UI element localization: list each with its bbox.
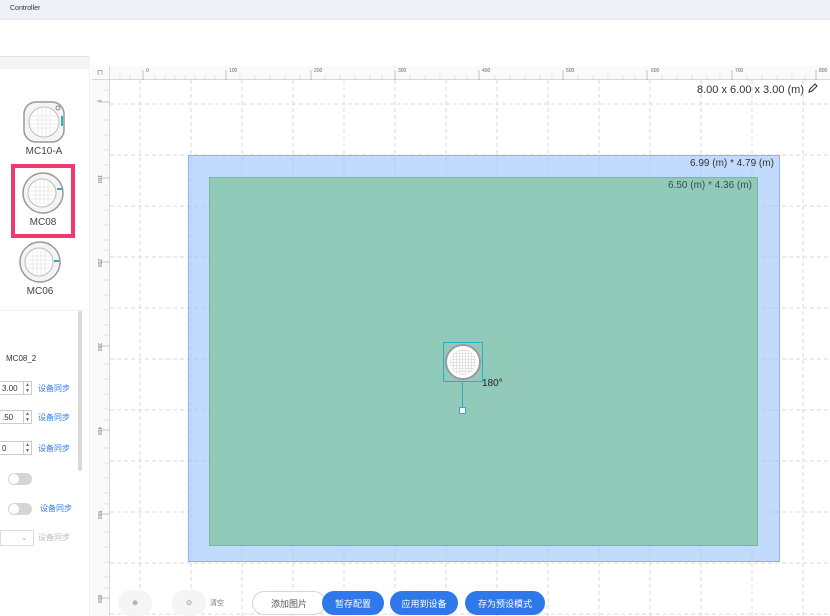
ruler-top-label: 800 <box>819 68 828 74</box>
device-mc06[interactable]: MC06 <box>10 240 70 297</box>
stepper-1[interactable]: ▲ ▼ <box>24 381 32 395</box>
reset-icon: ⊙ <box>186 600 192 607</box>
ruler-top-label: 600 <box>651 68 660 74</box>
title-bar: Controller <box>0 0 830 20</box>
zoom-in-icon: ⊕ <box>132 600 138 607</box>
ruler-top-label: 200 <box>314 68 323 74</box>
ruler-top-label: 100 <box>229 68 238 74</box>
save-preset-label: 存为预设模式 <box>477 598 532 609</box>
device-label: MC10-A <box>25 146 63 157</box>
toggle-sync-link[interactable]: 设备同步 <box>40 503 72 514</box>
apply-to-device-label: 应用到设备 <box>401 598 447 609</box>
ruler-top-label: 500 <box>566 68 575 74</box>
device-mc10a[interactable]: MC10-A <box>14 100 74 157</box>
device-label: MC08 <box>29 217 57 228</box>
ruler-top-label: 0 <box>146 68 149 74</box>
sensor-angle: 180° <box>482 378 503 389</box>
clear-button[interactable]: 清空 <box>200 590 234 616</box>
ruler-top-label: 400 <box>482 68 491 74</box>
property-input-2[interactable]: .50 <box>0 410 24 424</box>
ruler-top-label: 300 <box>398 68 407 74</box>
outer-coverage-dimensions: 6.99 (m) * 4.79 (m) <box>690 158 774 169</box>
pencil-icon[interactable] <box>808 83 818 96</box>
save-config-label: 暂存配置 <box>334 598 371 609</box>
device-instance-name: MC08_2 <box>6 353 37 363</box>
ruler-left-label: 500 <box>96 510 103 520</box>
room-dimensions: 8.00 x 6.00 x 3.00 (m) <box>697 83 818 96</box>
property-input-3[interactable]: 0 <box>0 441 24 455</box>
property-row-1: 3.00 ▲ ▼ 设备同步 <box>0 380 70 396</box>
rotation-handle[interactable] <box>459 407 466 414</box>
device-panel-header <box>0 57 90 69</box>
mc10a-sensor-icon <box>22 100 66 144</box>
properties-scrollbar[interactable] <box>78 311 82 471</box>
stepper-2[interactable]: ▲ ▼ <box>24 410 32 424</box>
save-config-button[interactable]: 暂存配置 <box>322 591 384 615</box>
placed-sensor-icon[interactable] <box>445 344 481 380</box>
add-image-button[interactable]: 添加图片 <box>252 591 326 615</box>
inner-coverage-zone[interactable] <box>209 177 758 546</box>
ruler-left-label: 300 <box>96 342 103 352</box>
ruler-left-label: 400 <box>96 426 103 436</box>
sync-link-2[interactable]: 设备同步 <box>38 412 70 423</box>
rotation-stem <box>462 382 463 408</box>
zoom-in-button[interactable]: ⊕ <box>118 590 152 616</box>
sync-link-3[interactable]: 设备同步 <box>38 443 70 454</box>
device-mc08[interactable]: MC08 <box>13 171 73 228</box>
save-preset-button[interactable]: 存为预设模式 <box>465 591 545 615</box>
clear-label: 清空 <box>210 600 224 607</box>
property-input-1[interactable]: 3.00 <box>0 381 24 395</box>
lock-icon[interactable]: ⊓ <box>97 68 103 77</box>
select-sync-label: 设备同步 <box>38 533 70 542</box>
property-row-2: .50 ▲ ▼ 设备同步 <box>0 409 70 425</box>
add-image-label: 添加图片 <box>270 598 307 609</box>
room-dimensions-text: 8.00 x 6.00 x 3.00 (m) <box>697 83 804 96</box>
inner-coverage-dimensions: 6.50 (m) * 4.36 (m) <box>668 180 752 191</box>
toggle-switch-2[interactable] <box>8 503 32 515</box>
property-row-3: 0 ▲ ▼ 设备同步 <box>0 440 70 456</box>
window-title: Controller <box>10 5 41 12</box>
ruler-left-label: 100 <box>96 174 103 184</box>
chevron-down-icon: ⌄ <box>21 533 28 542</box>
ruler-top <box>110 66 830 80</box>
sync-link-1[interactable]: 设备同步 <box>38 383 70 394</box>
ruler-left-label: 0 <box>95 99 102 103</box>
stepper-3[interactable]: ▲ ▼ <box>24 441 32 455</box>
sync-select[interactable]: ⌄ <box>0 530 34 546</box>
mc06-sensor-icon <box>18 240 62 284</box>
toggle-switch-1[interactable] <box>8 473 32 485</box>
ruler-top-label: 700 <box>735 68 744 74</box>
device-label: MC06 <box>26 286 54 297</box>
ruler-left-label: 600 <box>96 594 103 604</box>
mc08-sensor-icon <box>21 171 65 215</box>
apply-to-device-button[interactable]: 应用到设备 <box>390 591 458 615</box>
ruler-left-label: 200 <box>96 258 103 268</box>
